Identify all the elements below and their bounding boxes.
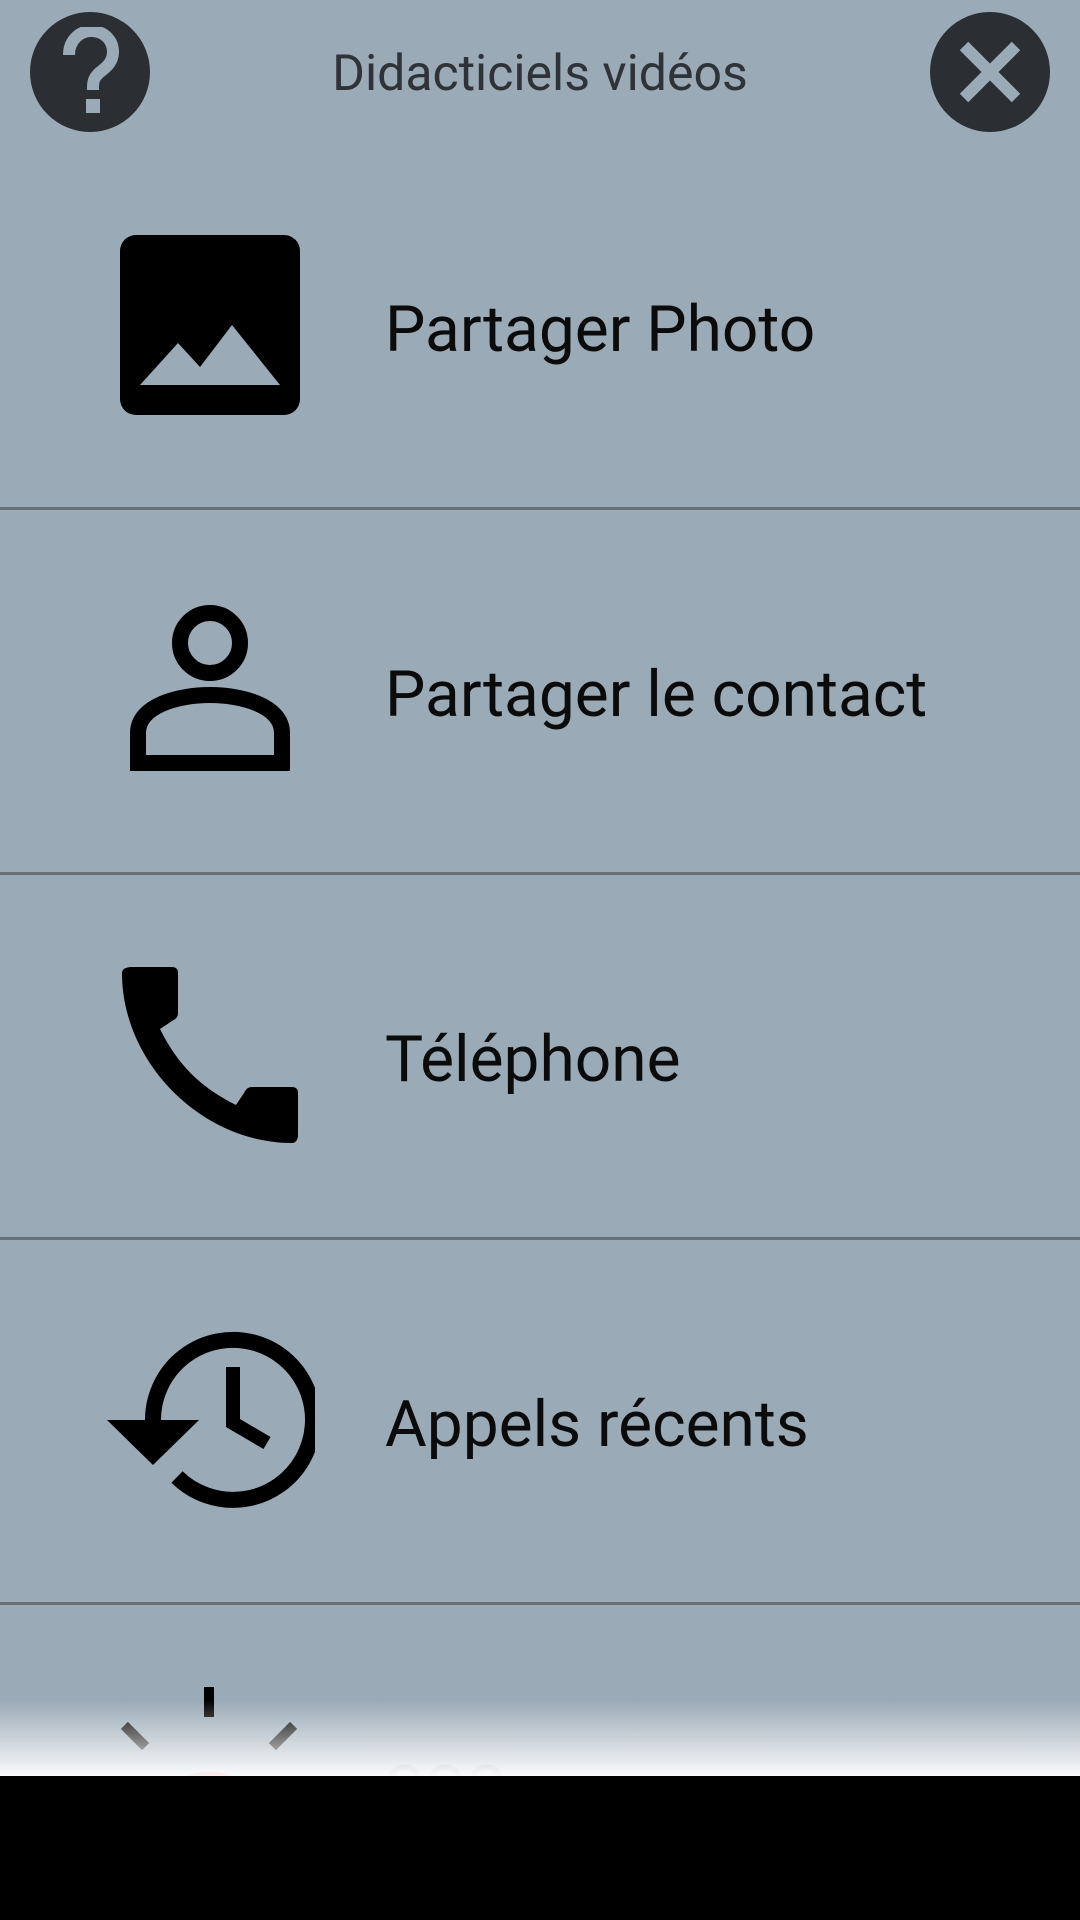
list-item-sos[interactable]: SOS [0, 1605, 1080, 1776]
list-item-label: Partager le contact [385, 657, 928, 732]
list-item-partager-contact[interactable]: Partager le contact [0, 510, 1080, 875]
tutorial-list: Partager Photo Partager le contact Télép… [0, 145, 1080, 1776]
close-icon [959, 41, 1021, 103]
history-icon [100, 1320, 320, 1520]
list-item-label: Appels récents [385, 1387, 809, 1462]
sos-alarm-icon [100, 1685, 320, 1776]
help-button[interactable] [30, 12, 150, 132]
phone-icon [100, 955, 320, 1155]
person-icon [100, 590, 320, 790]
page-title: Didacticiels vidéos [332, 45, 748, 103]
close-button[interactable] [930, 12, 1050, 132]
tutorials-screen: Didacticiels vidéos Partager Photo Parta… [0, 0, 1080, 1776]
list-item-label: SOS [385, 1750, 505, 1776]
header: Didacticiels vidéos [0, 0, 1080, 145]
list-item-label: Téléphone [385, 1022, 681, 1097]
navigation-bar [0, 1776, 1080, 1920]
screen: Didacticiels vidéos Partager Photo Parta… [0, 0, 1080, 1920]
list-item-partager-photo[interactable]: Partager Photo [0, 145, 1080, 510]
list-item-label: Partager Photo [385, 292, 816, 367]
photo-icon [100, 225, 320, 425]
list-item-telephone[interactable]: Téléphone [0, 875, 1080, 1240]
question-mark-icon [63, 27, 120, 113]
list-item-appels-recents[interactable]: Appels récents [0, 1240, 1080, 1605]
